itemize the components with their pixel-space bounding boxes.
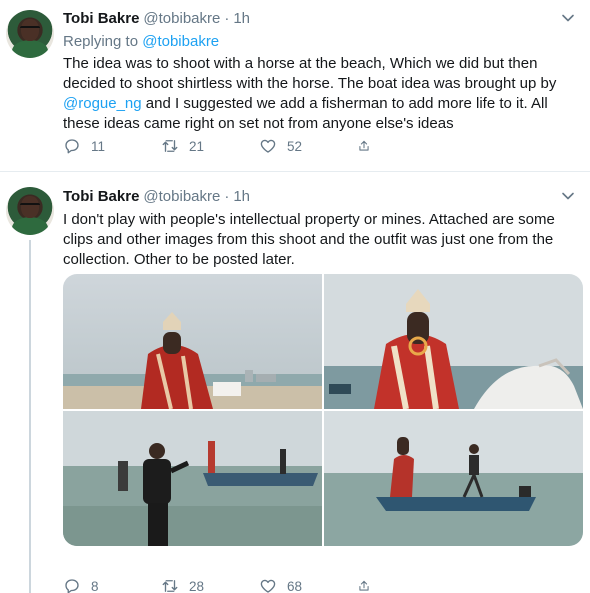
share-button[interactable] <box>357 137 381 155</box>
like-count: 68 <box>287 578 303 593</box>
tweet-2[interactable]: Tobi Bakre @tobibakre · 1h I don't play … <box>0 178 590 593</box>
chevron-down-icon[interactable] <box>560 188 576 204</box>
tweet-text: The idea was to shoot with a horse at th… <box>63 54 578 134</box>
replying-label: Replying to <box>63 33 139 50</box>
tweet-text: I don't play with people's intellectual … <box>63 210 578 270</box>
tweet-text-line: The idea was to shoot with a horse at th… <box>63 55 538 72</box>
reply-icon <box>65 139 79 154</box>
share-icon <box>359 140 369 151</box>
photo-horse-beach[interactable] <box>63 274 322 409</box>
like-button[interactable]: 52 <box>259 137 357 155</box>
display-name[interactable]: Tobi Bakre <box>63 10 139 27</box>
reply-button[interactable]: 8 <box>63 577 161 593</box>
retweet-count: 21 <box>189 138 205 154</box>
reply-count: 11 <box>91 138 106 154</box>
tweet-text-line: collection. Other to be posted later. <box>63 251 295 268</box>
timestamp[interactable]: 1h <box>233 188 250 205</box>
user-handle[interactable]: @tobibakre <box>143 188 220 205</box>
photo-boat-fisherman[interactable] <box>324 411 583 546</box>
display-name[interactable]: Tobi Bakre <box>63 188 139 205</box>
like-count: 52 <box>287 138 303 154</box>
tweet-text-line: @rogue_ng and I suggested we add a fishe… <box>63 94 578 114</box>
replying-handle-link[interactable]: @tobibakre <box>142 33 219 50</box>
thread-line <box>29 240 31 593</box>
heart-icon <box>260 139 276 153</box>
media-grid <box>63 274 583 546</box>
like-button[interactable]: 68 <box>259 577 357 593</box>
tweet-text-fragment: and I suggested we add a fisherman to ad… <box>145 95 548 112</box>
timestamp[interactable]: 1h <box>233 10 250 27</box>
reply-button[interactable]: 11 <box>63 137 161 155</box>
chevron-down-icon[interactable] <box>560 10 576 26</box>
heart-icon <box>260 579 276 593</box>
tweet-text-line: these ideas came right on set not from a… <box>63 115 454 132</box>
retweet-icon <box>162 580 178 592</box>
share-icon <box>359 580 369 591</box>
tweet-1[interactable]: Tobi Bakre @tobibakre · 1h Replying to @… <box>0 0 590 170</box>
reply-icon <box>65 579 79 593</box>
tweet-text-line: clips and other images from this shoot a… <box>63 231 554 248</box>
separator: · <box>224 9 230 27</box>
tweet-text-line: I don't play with people's intellectual … <box>63 211 555 228</box>
tweet-header: Tobi Bakre @tobibakre · 1h <box>63 8 578 28</box>
tweet-divider <box>0 171 590 172</box>
retweet-icon <box>162 140 178 152</box>
reply-count: 8 <box>91 578 99 593</box>
user-handle[interactable]: @tobibakre <box>143 10 220 27</box>
retweet-count: 28 <box>189 578 205 593</box>
photo-horse-closeup[interactable] <box>324 274 583 409</box>
replying-to: Replying to @tobibakre <box>63 32 578 52</box>
mention-link[interactable]: @rogue_ng <box>63 95 142 112</box>
avatar[interactable] <box>6 10 54 58</box>
retweet-button[interactable]: 21 <box>161 137 259 155</box>
share-button[interactable] <box>357 577 381 593</box>
photo-behind-scenes[interactable] <box>63 411 322 546</box>
retweet-button[interactable]: 28 <box>161 577 259 593</box>
tweet-actions: 8 28 68 <box>63 577 381 593</box>
separator: · <box>224 187 230 205</box>
tweet-header: Tobi Bakre @tobibakre · 1h <box>63 186 578 206</box>
tweet-text-line: decided to shoot shirtless with the hors… <box>63 75 557 92</box>
tweet-actions: 11 21 52 <box>63 137 381 155</box>
avatar[interactable] <box>6 187 54 235</box>
